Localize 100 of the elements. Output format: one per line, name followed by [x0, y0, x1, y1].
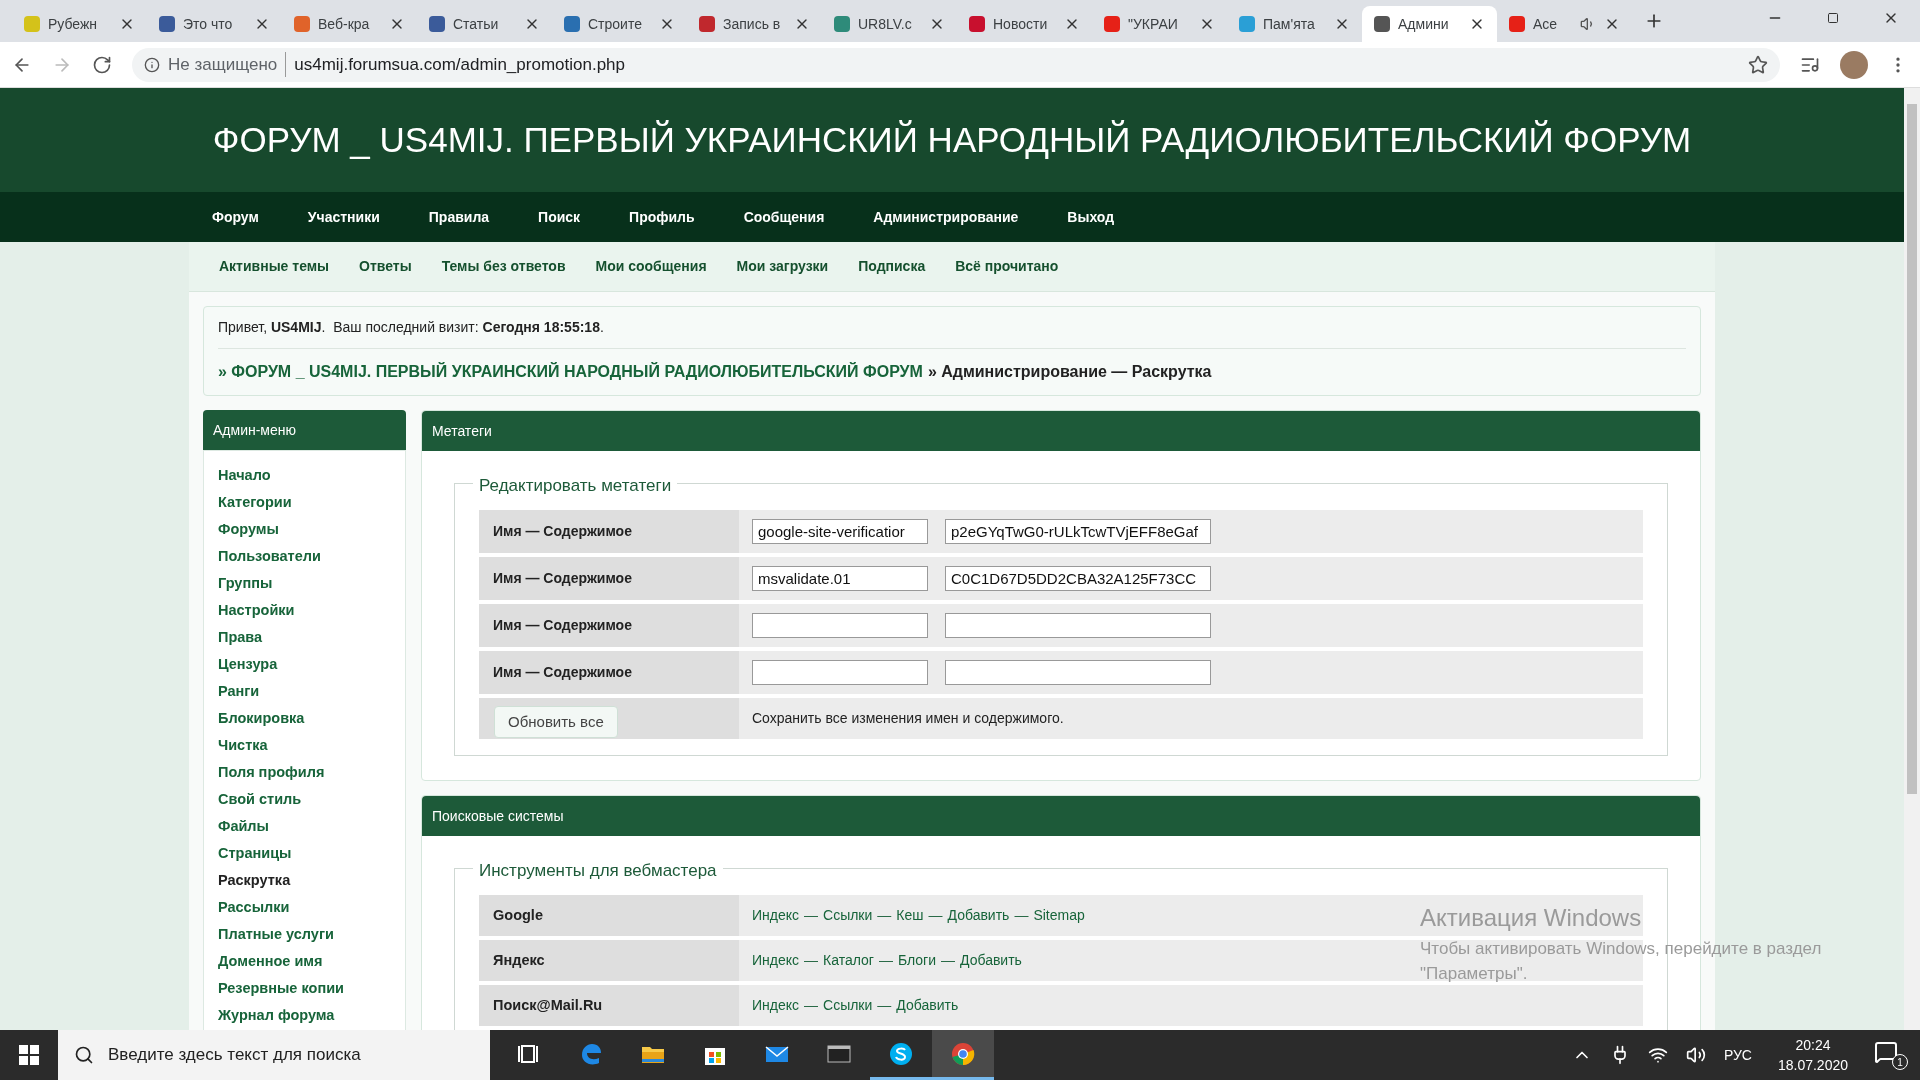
nav-link[interactable]: Сообщения — [743, 206, 825, 228]
browser-tab[interactable]: Веб-кра — [282, 6, 417, 42]
webmaster-link[interactable]: Добавить — [947, 905, 1010, 926]
chrome-icon[interactable] — [950, 1040, 976, 1067]
browser-tab[interactable]: Статьи — [417, 6, 552, 42]
clock-date: 18.07.2020 — [1777, 1056, 1848, 1075]
nav-link[interactable]: Выход — [1067, 206, 1115, 228]
sidebar-item[interactable]: Доменное имя — [218, 948, 391, 975]
browser-tab[interactable]: Пам'ята — [1227, 6, 1362, 42]
nav-link[interactable]: Администрирование — [873, 206, 1019, 228]
meta-content-field[interactable]: C0C1D67D5DD2CBA32A125F73CC — [945, 566, 1211, 591]
info-icon[interactable] — [144, 56, 160, 73]
sub-nav-link[interactable]: Ответы — [359, 256, 412, 277]
webmaster-link[interactable]: Ссылки — [823, 995, 873, 1016]
sub-nav-link[interactable]: Темы без ответов — [441, 256, 566, 277]
webmaster-link[interactable]: Sitemap — [1033, 905, 1085, 926]
sidebar-item[interactable]: Поля профиля — [218, 759, 391, 786]
browser-tab[interactable]: Админи — [1362, 6, 1497, 42]
sidebar-item[interactable]: Пользователи — [218, 543, 391, 570]
webmaster-link[interactable]: Кеш — [896, 905, 924, 926]
browser-tab[interactable]: Новости — [957, 6, 1092, 42]
link-separator: — — [877, 996, 892, 1015]
reload-icon[interactable] — [92, 54, 112, 75]
nav-link[interactable]: Участники — [307, 206, 380, 228]
webmaster-link[interactable]: Индекс — [752, 905, 800, 926]
meta-name-field[interactable] — [752, 613, 928, 638]
sidebar-item[interactable]: Файлы — [218, 813, 391, 840]
webmaster-link[interactable]: Ссылки — [823, 905, 873, 926]
wifi-icon[interactable] — [1647, 1045, 1668, 1065]
taskbar-search-field[interactable]: Введите здесь текст для поиска — [58, 1030, 490, 1080]
browser-tab[interactable]: Строите — [552, 6, 687, 42]
browser-tab[interactable]: "УКРАИ — [1092, 6, 1227, 42]
link-separator: — — [941, 951, 955, 970]
sub-nav-link[interactable]: Всё прочитано — [955, 256, 1059, 277]
webmaster-link[interactable]: Добавить — [896, 995, 959, 1016]
meta-name-field[interactable]: msvalidate.01 — [752, 566, 928, 591]
activation-title: Активация Windows — [1420, 903, 1643, 933]
sidebar-item[interactable]: Настройки — [218, 597, 391, 624]
update-all-button[interactable]: Обновить все — [494, 706, 618, 738]
sidebar-item[interactable]: Страницы — [218, 840, 391, 867]
sidebar-item[interactable]: Рассылки — [218, 894, 391, 921]
link-separator: — — [878, 951, 893, 970]
security-label: Не защищено — [168, 51, 287, 78]
browser-tab[interactable]: UR8LV.c — [822, 6, 957, 42]
sidebar-item[interactable]: Форумы — [218, 516, 391, 543]
language-indicator[interactable]: РУС — [1723, 1044, 1752, 1066]
sidebar-item[interactable]: Начало — [218, 462, 391, 489]
nav-link[interactable]: Форум — [212, 206, 259, 228]
sidebar-item[interactable]: Чистка — [218, 732, 391, 759]
browser-tab[interactable]: Рубежн — [12, 6, 147, 42]
browser-tab[interactable]: Это что — [147, 6, 282, 42]
sidebar-item[interactable]: Ранги — [218, 678, 391, 705]
meta-content-field[interactable] — [945, 660, 1211, 685]
sidebar-item[interactable]: Группы — [218, 570, 391, 597]
browser-tab[interactable]: Запись в — [687, 6, 822, 42]
sidebar-item[interactable]: Свой стиль — [218, 786, 391, 813]
sub-nav-link[interactable]: Мои сообщения — [595, 256, 707, 277]
sidebar-item[interactable]: Резервные копии — [218, 975, 391, 1002]
sub-nav-link[interactable]: Активные темы — [219, 256, 330, 277]
profile-avatar[interactable] — [1840, 50, 1868, 79]
nav-link[interactable]: Поиск — [538, 206, 581, 228]
sidebar-item[interactable]: Журнал форума — [218, 1002, 391, 1029]
activation-text: Чтобы активировать Windows, перейдите в раздел "Параметры". — [1420, 938, 1823, 985]
webmaster-link[interactable]: Блоги — [897, 950, 936, 971]
maximize-icon[interactable] — [1827, 12, 1839, 24]
sidebar-item[interactable]: Категории — [218, 489, 391, 516]
save-note-text: Сохранить все изменения имен и содержимого. — [752, 709, 1064, 728]
link-separator: — — [804, 996, 819, 1015]
nav-link[interactable]: Профиль — [629, 206, 695, 228]
volume-icon[interactable] — [1685, 1045, 1706, 1065]
webmaster-link[interactable]: Добавить — [960, 950, 1022, 971]
scrollbar[interactable] — [1904, 88, 1920, 1030]
sidebar-item[interactable]: Цензура — [218, 651, 391, 678]
sidebar-item[interactable]: Права — [218, 624, 391, 651]
skype-icon[interactable] — [888, 1040, 914, 1067]
bookmark-star-icon[interactable] — [1748, 54, 1768, 75]
clock[interactable]: 20:24 18.07.2020 — [1769, 1035, 1856, 1075]
browser-tab[interactable]: Асе — [1497, 6, 1632, 42]
notifications-icon[interactable] — [1874, 1040, 1898, 1064]
meta-content-field[interactable]: p2eGYqTwG0-rULkTcwTVjEFF8eGaf — [945, 519, 1211, 544]
windows-logo-icon — [19, 1045, 39, 1065]
breadcrumb-current: » Администрирование — Раскрутка — [927, 362, 1212, 382]
address-bar[interactable]: Не защищено us4mij.forumsua.com/admin_promotion.php — [132, 47, 1780, 82]
sub-nav-link[interactable]: Подписка — [858, 256, 926, 277]
breadcrumb-link[interactable]: » ФОРУМ _ US4MIJ. ПЕРВЫЙ УКРАИНСКИЙ НАРОДНЫЙ РАДИОЛЮБИТЕЛЬСКИЙ ФОРУМ — [218, 360, 923, 384]
meta-name-field[interactable] — [752, 660, 928, 685]
nav-link[interactable]: Правила — [428, 206, 490, 228]
webmaster-link[interactable]: Индекс — [752, 995, 800, 1016]
sub-nav-link[interactable]: Мои загрузки — [736, 256, 829, 277]
meta-name-field[interactable]: google-site-verificatior — [752, 519, 928, 544]
link-separator: — — [804, 906, 819, 925]
meta-content-field[interactable] — [945, 613, 1211, 638]
webmaster-link[interactable]: Индекс — [752, 950, 800, 971]
row-label-cell: Имя — Содержимое — [479, 651, 739, 694]
webmaster-link[interactable]: Каталог — [823, 950, 874, 971]
sidebar-item[interactable]: Блокировка — [218, 705, 391, 732]
link-separator: — — [877, 906, 892, 925]
sidebar-item[interactable]: Платные услуги — [218, 921, 391, 948]
scrollbar-thumb[interactable] — [1907, 104, 1917, 794]
sidebar-item[interactable]: Раскрутка — [218, 867, 391, 894]
